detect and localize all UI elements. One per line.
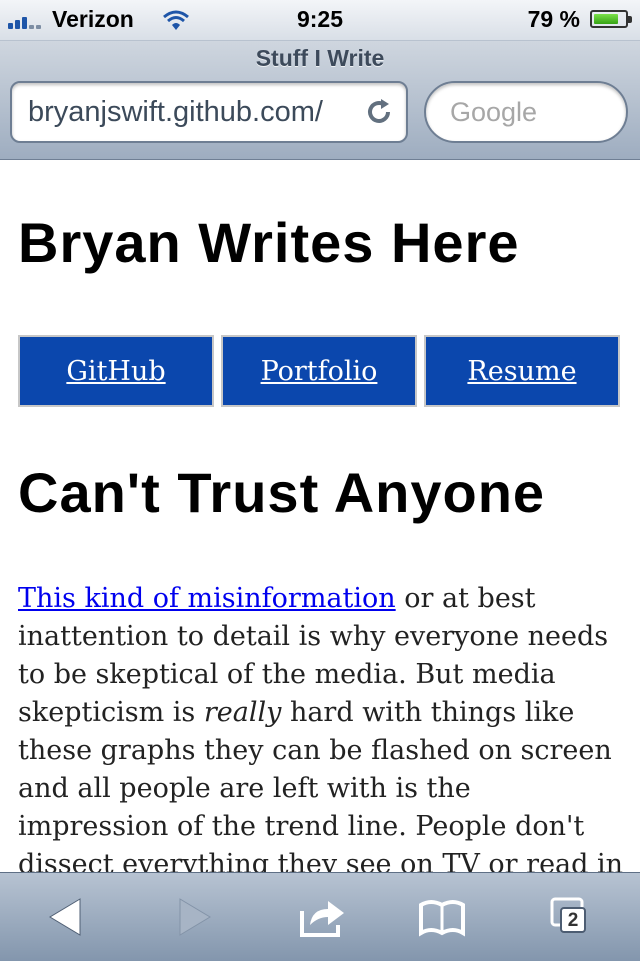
bookmarks-icon[interactable] — [418, 895, 466, 939]
resume-link[interactable]: Resume — [467, 356, 576, 387]
browser-toolbar: Stuff I Write bryanjswift.github.com/ Go… — [0, 41, 640, 160]
post-emphasis: really — [203, 697, 282, 728]
tabs-count: 2 — [560, 907, 586, 933]
site-title: Bryan Writes Here — [18, 211, 520, 274]
bottom-toolbar: 2 — [0, 872, 640, 961]
share-icon[interactable] — [298, 895, 346, 939]
github-link[interactable]: GitHub — [66, 356, 165, 387]
misinformation-link[interactable]: This kind of misinformation — [18, 583, 396, 614]
forward-icon[interactable] — [170, 895, 218, 939]
nav-item-github[interactable]: GitHub — [18, 335, 214, 407]
battery-percent: 79 % — [527, 6, 580, 32]
post-body: This kind of misinformation or at best i… — [18, 580, 624, 872]
battery-icon — [590, 10, 632, 28]
url-text[interactable]: bryanjswift.github.com/ — [28, 96, 358, 129]
portfolio-link[interactable]: Portfolio — [261, 356, 378, 387]
web-page: Bryan Writes Here GitHub Portfolio Resum… — [0, 160, 640, 872]
nav-item-resume[interactable]: Resume — [424, 335, 620, 407]
search-input[interactable]: Google — [424, 81, 628, 143]
nav-item-portfolio[interactable]: Portfolio — [221, 335, 417, 407]
battery-level — [594, 14, 618, 24]
tabs-button[interactable]: 2 — [548, 895, 596, 939]
reload-icon[interactable] — [364, 97, 394, 127]
site-nav: GitHub Portfolio Resume — [18, 335, 620, 407]
address-bar[interactable]: bryanjswift.github.com/ — [10, 81, 408, 143]
back-icon[interactable] — [42, 895, 90, 939]
page-title: Stuff I Write — [255, 45, 385, 71]
status-bar: Verizon 9:25 79 % — [0, 0, 640, 41]
search-placeholder: Google — [450, 97, 538, 127]
post-title: Can't Trust Anyone — [18, 461, 546, 524]
